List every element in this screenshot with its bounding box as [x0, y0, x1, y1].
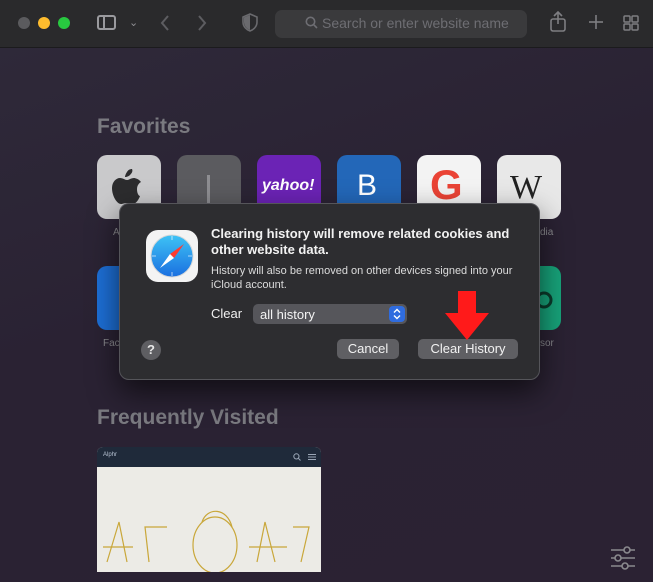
address-bar[interactable]: Search or enter website name: [275, 10, 527, 38]
back-icon[interactable]: [160, 14, 170, 32]
card-404-illustration: [103, 510, 310, 572]
search-icon: [305, 16, 318, 29]
clear-range-select[interactable]: all history: [253, 304, 407, 324]
text-cursor-icon: [207, 175, 210, 205]
frequently-visited-card[interactable]: Alphr: [97, 447, 321, 572]
clear-range-value: all history: [260, 307, 315, 322]
shield-icon[interactable]: [242, 13, 258, 32]
favorite-label-facebook: Fac: [103, 338, 120, 349]
select-stepper-icon: [389, 306, 405, 322]
tab-overview-icon[interactable]: [623, 15, 639, 31]
safari-app-icon: [146, 230, 198, 282]
frequently-visited-heading: Frequently Visited: [97, 406, 279, 429]
chevron-down-icon[interactable]: ⌄: [129, 12, 138, 34]
cancel-button[interactable]: Cancel: [337, 339, 399, 359]
annotation-arrow-icon: [445, 291, 489, 340]
favorites-heading: Favorites: [97, 115, 191, 138]
minimize-window-button[interactable]: [38, 17, 50, 29]
compass-icon: [150, 234, 194, 278]
help-button[interactable]: ?: [141, 340, 161, 360]
safari-window: ⌄ Search or enter website name Favorites…: [0, 0, 653, 582]
bing-letter: B: [357, 169, 378, 202]
toolbar: ⌄ Search or enter website name: [0, 0, 653, 48]
yahoo-logo: yahoo!: [262, 177, 315, 194]
sidebar-icon[interactable]: [97, 15, 116, 30]
favorite-label-wikipedia: dia: [540, 227, 554, 238]
clear-range-label: Clear: [211, 306, 243, 321]
forward-icon[interactable]: [197, 14, 207, 32]
dialog-message: History will also be removed on other de…: [211, 265, 513, 291]
card-site-logo: Alphr: [103, 452, 118, 458]
clear-history-button[interactable]: Clear History: [418, 339, 518, 359]
card-menu-icon: [308, 454, 316, 460]
zoom-window-button[interactable]: [58, 17, 70, 29]
google-logo: G: [430, 161, 463, 208]
dialog-title: Clearing history will remove related coo…: [211, 226, 510, 257]
close-window-button[interactable]: [18, 17, 30, 29]
wikipedia-logo: W: [510, 169, 543, 206]
address-placeholder: Search or enter website name: [322, 15, 509, 31]
customize-start-page-icon[interactable]: [610, 545, 636, 571]
new-tab-icon[interactable]: [588, 14, 604, 30]
card-site-header: Alphr: [97, 447, 321, 467]
card-search-icon: [293, 453, 301, 461]
share-icon[interactable]: [549, 11, 567, 33]
favorite-label-tripadvisor: sor: [540, 338, 554, 349]
